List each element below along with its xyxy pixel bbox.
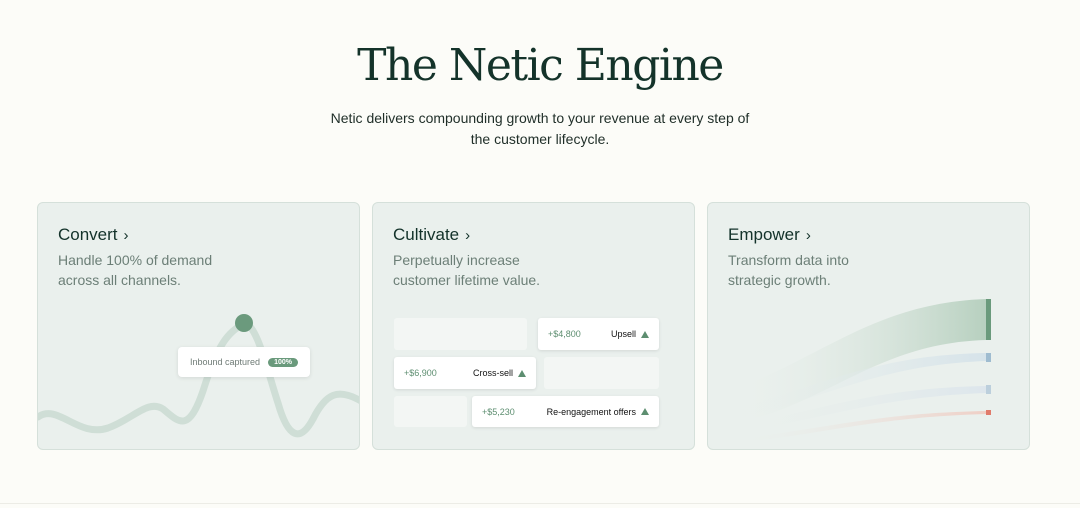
convert-card[interactable]: Convert › Handle 100% of demand across a…: [37, 202, 360, 450]
convert-desc-line-2: across all channels.: [58, 272, 181, 288]
offer-amount: +$5,230: [482, 406, 515, 417]
tag-label: Inbound captured: [190, 357, 261, 367]
cultivate-description: Perpetually increase customer lifetime v…: [393, 250, 593, 290]
cultivate-title-text: Cultivate: [393, 225, 460, 244]
triangle-up-icon: [641, 408, 649, 415]
cultivate-desc-line-1: Perpetually increase: [393, 252, 520, 268]
convert-description: Handle 100% of demand across all channel…: [58, 250, 258, 290]
convert-desc-line-1: Handle 100% of demand: [58, 252, 213, 268]
cultivate-card[interactable]: Cultivate › Perpetually increase custome…: [372, 202, 695, 450]
cultivate-title[interactable]: Cultivate ›: [393, 225, 470, 245]
offer-card-re-engagement: +$5,230 Re-engagement offers: [472, 396, 659, 427]
empower-description: Transform data into strategic growth.: [728, 250, 928, 290]
offer-label: Cross-sell: [472, 368, 513, 378]
placeholder-block: [394, 318, 527, 350]
triangle-up-icon: [518, 369, 526, 377]
empower-card[interactable]: Empower › Transform data into strategic …: [707, 202, 1030, 450]
chevron-right-icon: ›: [465, 226, 471, 244]
offer-label: Re-engagement offers: [546, 406, 636, 417]
chevron-right-icon: ›: [123, 226, 129, 244]
cultivate-desc-line-2: customer lifetime value.: [393, 272, 541, 288]
offer-card-upsell: +$4,800 Upsell: [538, 318, 659, 350]
page-subtitle: Netic delivers compounding growth to you…: [320, 108, 760, 150]
offer-label-row: Cross-sell: [473, 368, 526, 378]
tag-pill: 100%: [268, 357, 298, 367]
placeholder-block: [394, 396, 467, 427]
offer-label-row: Re-engagement offers: [547, 407, 649, 417]
placeholder-block: [544, 357, 659, 389]
flow-band: [738, 411, 986, 443]
empower-desc-line-1: Transform data into: [728, 252, 849, 268]
empower-desc-line-2: strategic growth.: [728, 272, 831, 288]
convert-title[interactable]: Convert ›: [58, 225, 129, 245]
offer-amount: +$6,900: [404, 368, 437, 378]
page-title: The Netic Engine: [357, 40, 724, 91]
empower-title[interactable]: Empower ›: [728, 225, 811, 245]
flow-node: [986, 353, 991, 362]
flow-node: [986, 385, 991, 394]
chevron-right-icon: ›: [805, 226, 811, 244]
peak-dot: [235, 314, 253, 332]
flow-node: [986, 299, 991, 340]
offer-card-cross-sell: +$6,900 Cross-sell: [394, 357, 536, 389]
offer-label: Upsell: [610, 329, 636, 339]
subtitle-line-2: the customer lifecycle.: [470, 131, 610, 147]
offer-amount: +$4,800: [548, 329, 581, 339]
empower-title-text: Empower: [728, 225, 800, 244]
section-divider: [0, 503, 1080, 504]
offer-label-row: Upsell: [611, 329, 649, 339]
subtitle-line-1: Netic delivers compounding growth to you…: [330, 110, 750, 126]
convert-title-text: Convert: [58, 225, 118, 244]
triangle-up-icon: [641, 330, 649, 338]
inbound-captured-tag: Inbound captured 100%: [178, 347, 310, 377]
flow-node: [986, 410, 991, 415]
